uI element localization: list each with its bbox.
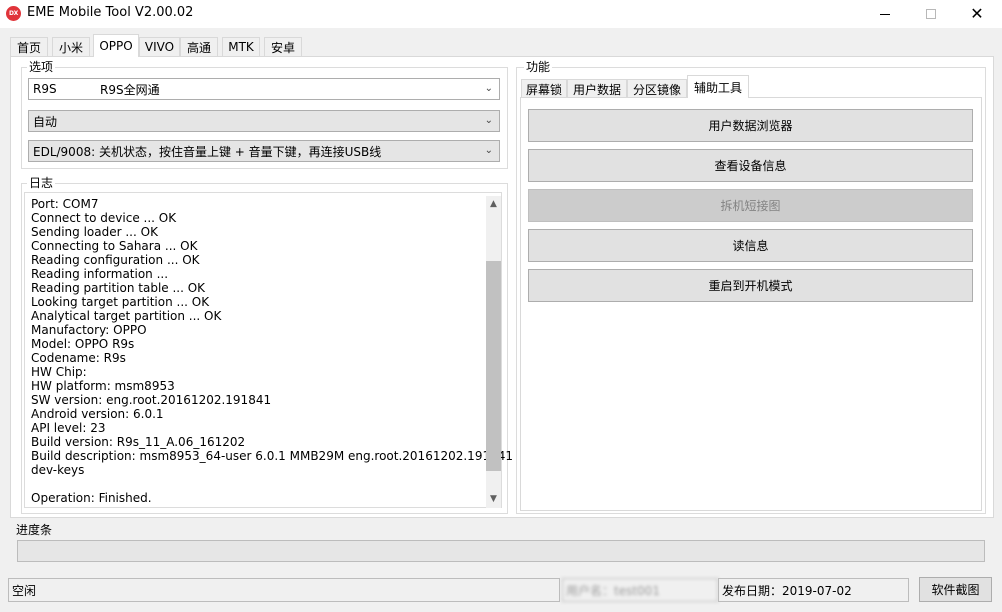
- model-name: R9S全网通: [100, 82, 160, 97]
- chevron-down-icon: ⌄: [484, 83, 493, 94]
- tab-vivo[interactable]: VIVO: [139, 37, 180, 56]
- window-title: EME Mobile Tool V2.00.02: [27, 5, 194, 20]
- log-line: dev-keys: [31, 463, 85, 477]
- log-line: Connect to device ... OK: [31, 211, 177, 225]
- log-scroll-thumb[interactable]: [486, 261, 501, 471]
- log-line: Model: OPPO R9s: [31, 337, 135, 351]
- log-line: Looking target partition ... OK: [31, 295, 210, 309]
- status-text: 空闲: [8, 578, 560, 602]
- tab-qualcomm[interactable]: 高通: [180, 37, 218, 56]
- connect-method-select[interactable]: EDL/9008: 关机状态，按住音量上键 + 音量下键，再连接USB线 ⌄: [28, 140, 500, 162]
- tab-user-data[interactable]: 用户数据: [567, 79, 627, 98]
- progress-label: 进度条: [16, 523, 53, 537]
- log-line: Reading configuration ... OK: [31, 253, 200, 267]
- tab-home[interactable]: 首页: [10, 37, 48, 56]
- log-line: Connecting to Sahara ... OK: [31, 239, 198, 253]
- tab-screen-lock[interactable]: 屏幕锁: [521, 79, 567, 98]
- tab-xiaomi[interactable]: 小米: [52, 37, 90, 56]
- options-label: 选项: [27, 60, 56, 74]
- close-icon: ✕: [970, 4, 984, 23]
- mode-value: 自动: [33, 114, 58, 129]
- chevron-down-icon: ⌄: [484, 115, 493, 126]
- maximize-icon: [926, 9, 936, 19]
- scroll-up-icon[interactable]: ▲: [486, 196, 501, 212]
- maximize-button[interactable]: [908, 0, 954, 28]
- log-line: Reading partition table ... OK: [31, 281, 206, 295]
- tab-partition-image[interactable]: 分区镜像: [627, 79, 687, 98]
- log-lines: Port: COM7 Connect to device ... OK Sendin…: [31, 197, 513, 505]
- reboot-to-normal-button[interactable]: 重启到开机模式: [528, 269, 973, 302]
- status-user: 用户名：test001: [562, 578, 718, 602]
- view-device-info-button[interactable]: 查看设备信息: [528, 149, 973, 182]
- tab-helper-tools[interactable]: 辅助工具: [687, 75, 749, 98]
- log-line: Android version: 6.0.1: [31, 407, 164, 421]
- log-line: Sending loader ... OK: [31, 225, 158, 239]
- log-line: Analytical target partition ... OK: [31, 309, 222, 323]
- tab-mtk[interactable]: MTK: [222, 37, 260, 56]
- mode-select[interactable]: 自动 ⌄: [28, 110, 500, 132]
- release-date: 发布日期：2019-07-02: [718, 578, 909, 602]
- model-code: R9S: [33, 82, 57, 96]
- functions-label: 功能: [524, 60, 553, 74]
- tab-oppo[interactable]: OPPO: [93, 34, 139, 57]
- log-line: HW Chip:: [31, 365, 87, 379]
- log-line: Operation: Finished.: [31, 491, 152, 505]
- log-textarea[interactable]: Port: COM7 Connect to device ... OK Sendin…: [24, 192, 513, 508]
- log-line: API level: 23: [31, 421, 106, 435]
- log-line: Build description: msm8953_64-user 6.0.1…: [31, 449, 513, 463]
- close-button[interactable]: ✕: [954, 0, 1000, 28]
- log-line: SW version: eng.root.20161202.191841: [31, 393, 272, 407]
- software-screenshot-button[interactable]: 软件截图: [919, 577, 992, 602]
- minimize-button[interactable]: [862, 0, 908, 28]
- log-line: Reading information ...: [31, 267, 169, 281]
- model-select[interactable]: R9S R9S全网通 ⌄: [28, 78, 500, 100]
- scroll-down-icon[interactable]: ▼: [486, 491, 501, 507]
- minimize-icon: [880, 13, 890, 15]
- log-line: Port: COM7: [31, 197, 99, 211]
- user-data-browser-button[interactable]: 用户数据浏览器: [528, 109, 973, 142]
- log-line: Manufactory: OPPO: [31, 323, 147, 337]
- log-line: Build version: R9s_11_A.06_161202: [31, 435, 246, 449]
- chevron-down-icon: ⌄: [484, 145, 493, 156]
- progress-bar: [17, 540, 985, 562]
- tab-android[interactable]: 安卓: [264, 37, 302, 56]
- read-info-button[interactable]: 读信息: [528, 229, 973, 262]
- log-label: 日志: [27, 176, 56, 190]
- log-line: Codename: R9s: [31, 351, 126, 365]
- log-line: HW platform: msm8953: [31, 379, 175, 393]
- teardown-shorting-diagram-button[interactable]: 拆机短接图: [528, 189, 973, 222]
- connect-method-value: EDL/9008: 关机状态，按住音量上键 + 音量下键，再连接USB线: [33, 144, 382, 159]
- app-logo-icon: DX: [6, 6, 21, 21]
